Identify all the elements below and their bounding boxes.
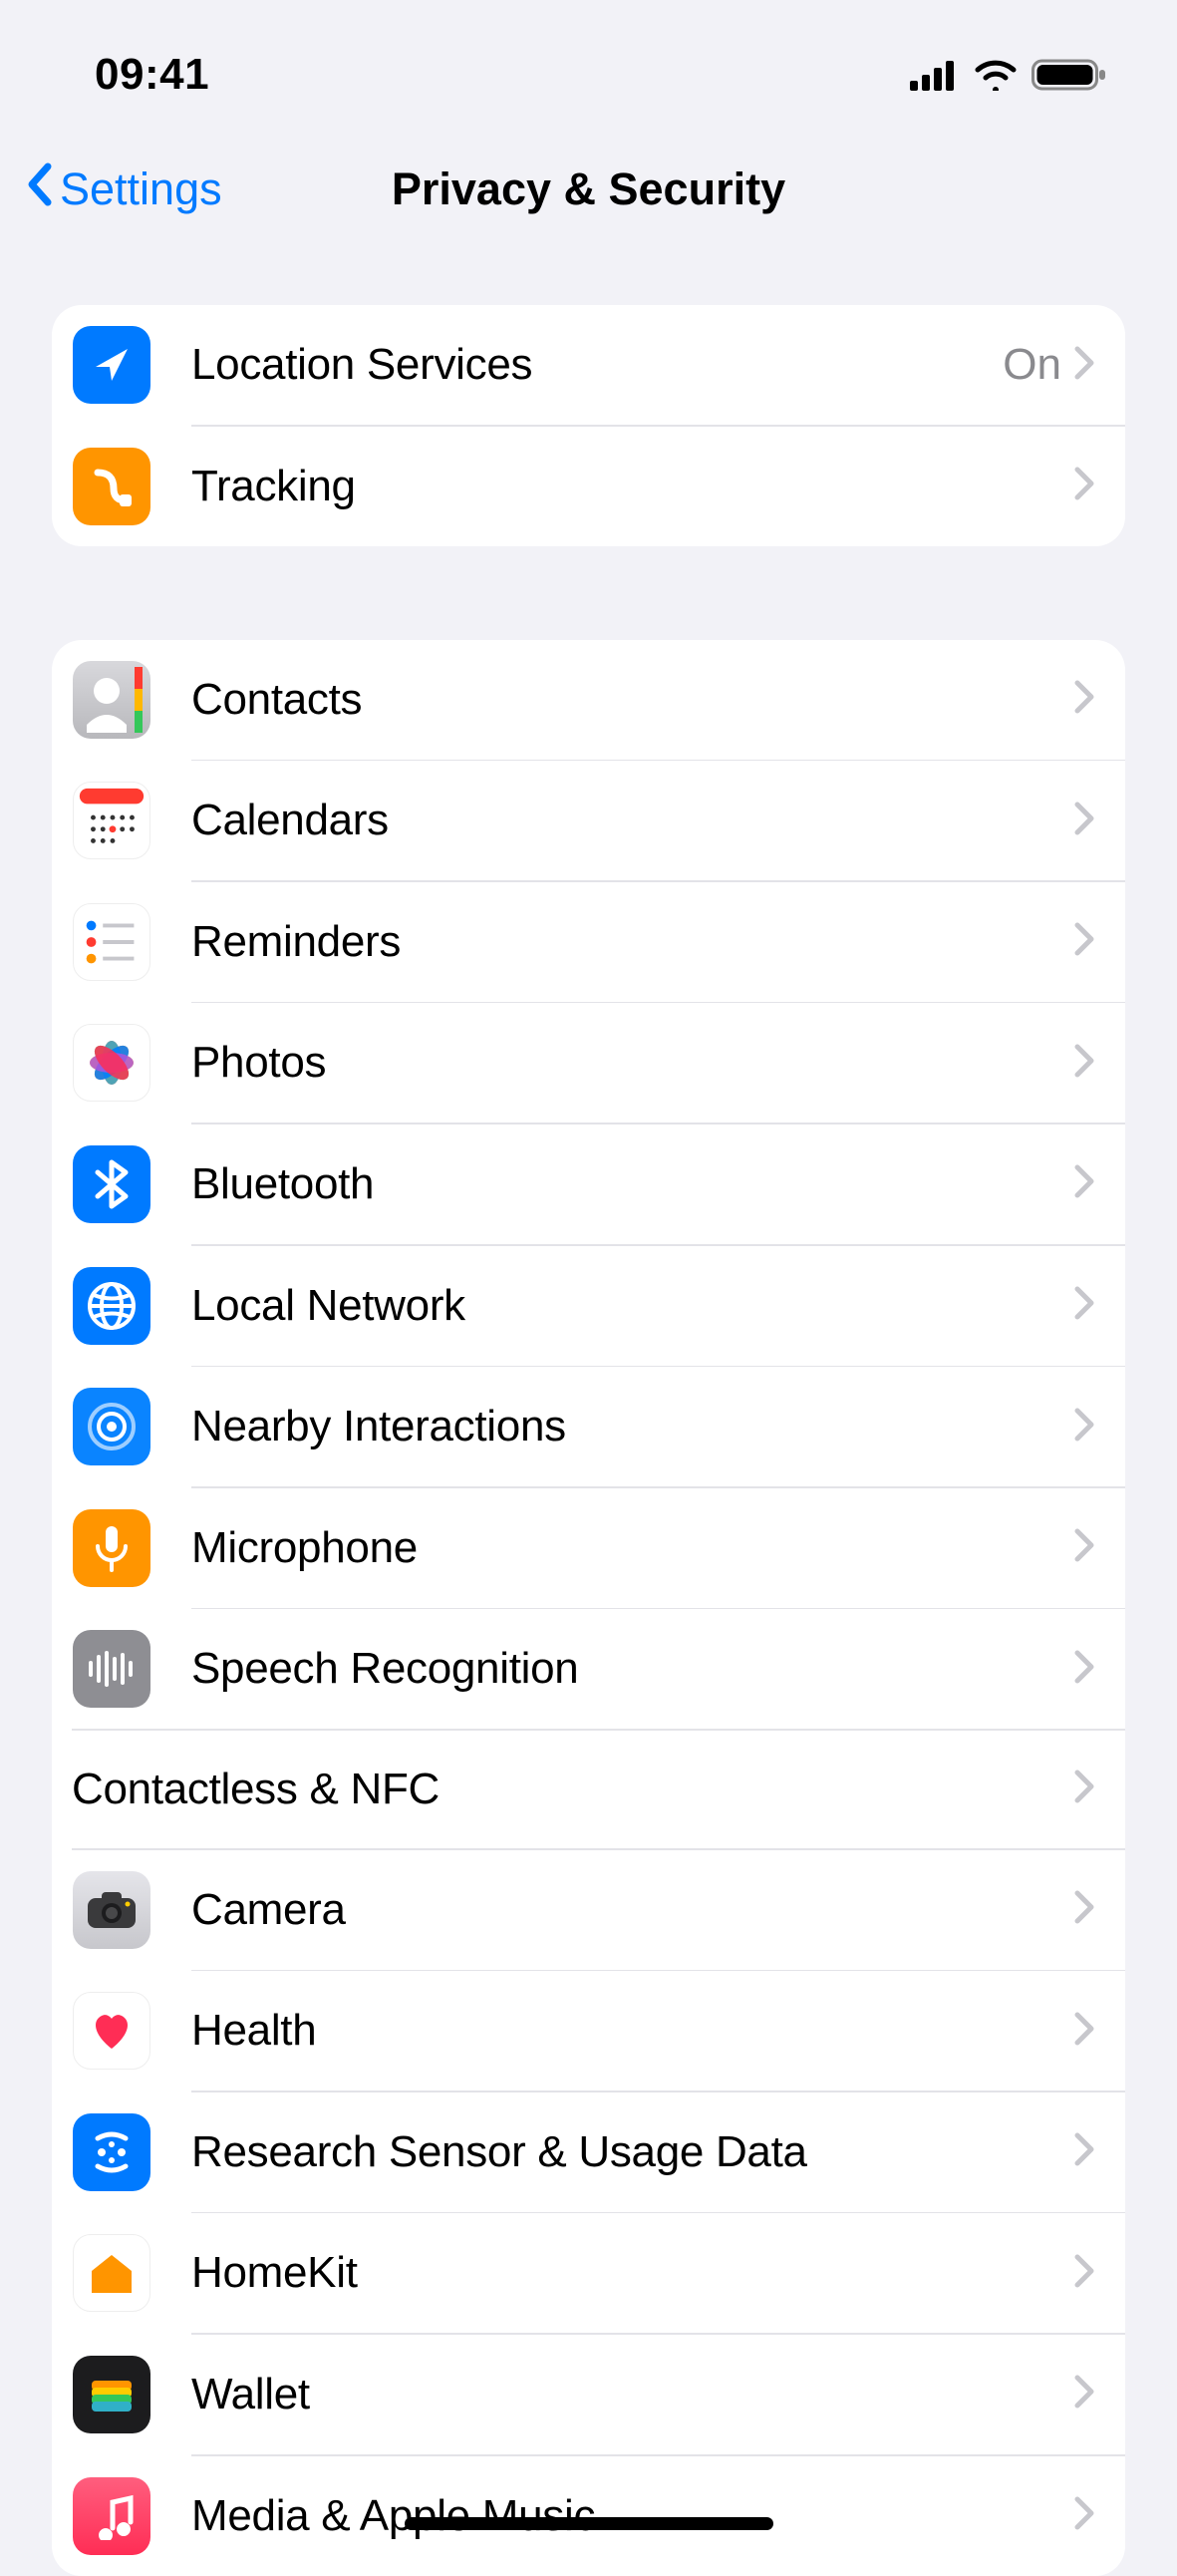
row-microphone[interactable]: Microphone xyxy=(52,1488,1125,1608)
reminders-icon xyxy=(73,903,150,981)
row-location-services[interactable]: Location Services On xyxy=(52,305,1125,425)
waveform-icon xyxy=(73,1630,150,1708)
row-label: Nearby Interactions xyxy=(191,1402,1073,1451)
row-photos[interactable]: Photos xyxy=(52,1003,1125,1123)
chevron-right-icon xyxy=(1073,1285,1095,1326)
chevron-right-icon xyxy=(1073,679,1095,720)
row-calendars[interactable]: Calendars xyxy=(52,761,1125,880)
status-time: 09:41 xyxy=(95,50,209,100)
row-local-network[interactable]: Local Network xyxy=(52,1246,1125,1366)
wallet-icon xyxy=(73,2356,150,2433)
chevron-right-icon xyxy=(1073,2374,1095,2415)
wifi-icon xyxy=(974,59,1018,91)
chevron-right-icon xyxy=(1073,2253,1095,2294)
row-label: Calendars xyxy=(191,796,1073,845)
research-icon xyxy=(73,2113,150,2191)
row-homekit[interactable]: HomeKit xyxy=(52,2213,1125,2333)
row-contacts[interactable]: Contacts xyxy=(52,640,1125,760)
location-icon xyxy=(73,326,150,404)
contacts-icon xyxy=(73,661,150,739)
chevron-right-icon xyxy=(1073,1649,1095,1690)
row-label: Camera xyxy=(191,1885,1073,1935)
settings-group-2: Contacts Calendars Reminders xyxy=(52,640,1125,2576)
chevron-right-icon xyxy=(1073,801,1095,841)
row-label: Wallet xyxy=(191,2370,1073,2419)
chevron-right-icon xyxy=(1073,1163,1095,1204)
calendars-icon xyxy=(73,782,150,859)
chevron-right-icon xyxy=(1073,1043,1095,1084)
row-research-sensor[interactable]: Research Sensor & Usage Data xyxy=(52,2093,1125,2212)
back-button[interactable]: Settings xyxy=(0,161,222,219)
battery-icon xyxy=(1031,57,1107,93)
row-wallet[interactable]: Wallet xyxy=(52,2335,1125,2454)
row-label: Local Network xyxy=(191,1281,1073,1331)
row-label: Microphone xyxy=(191,1523,1073,1573)
bluetooth-icon xyxy=(73,1145,150,1223)
microphone-icon xyxy=(73,1509,150,1587)
cellular-icon xyxy=(910,59,960,91)
settings-group-1: Location Services On Tracking xyxy=(52,305,1125,546)
row-contactless-nfc[interactable]: Contactless & NFC xyxy=(52,1731,1125,1848)
chevron-left-icon xyxy=(24,161,56,219)
photos-icon xyxy=(73,1024,150,1102)
chevron-right-icon xyxy=(1073,2495,1095,2536)
row-label: Research Sensor & Usage Data xyxy=(191,2127,1073,2177)
nav-header: Settings Privacy & Security xyxy=(0,130,1177,249)
chevron-right-icon xyxy=(1073,2131,1095,2172)
heart-icon xyxy=(73,1992,150,2070)
row-label: Photos xyxy=(191,1038,1073,1088)
chevron-right-icon xyxy=(1073,921,1095,962)
row-label: Contactless & NFC xyxy=(72,1765,1073,1814)
chevron-right-icon xyxy=(1073,1769,1095,1809)
row-label: HomeKit xyxy=(191,2248,1073,2298)
row-label: Speech Recognition xyxy=(191,1644,1073,1694)
chevron-right-icon xyxy=(1073,1889,1095,1930)
row-nearby-interactions[interactable]: Nearby Interactions xyxy=(52,1367,1125,1486)
row-label: Contacts xyxy=(191,675,1073,725)
row-bluetooth[interactable]: Bluetooth xyxy=(52,1125,1125,1244)
row-label: Bluetooth xyxy=(191,1159,1073,1209)
status-bar: 09:41 xyxy=(0,0,1177,130)
row-label: Media & Apple Music xyxy=(191,2491,1073,2541)
row-label: Reminders xyxy=(191,917,1073,967)
chevron-right-icon xyxy=(1073,2011,1095,2052)
chevron-right-icon xyxy=(1073,1527,1095,1568)
camera-icon xyxy=(73,1871,150,1949)
tracking-icon xyxy=(73,448,150,525)
nearby-icon xyxy=(73,1388,150,1465)
row-label: Location Services xyxy=(191,340,1003,390)
row-speech-recognition[interactable]: Speech Recognition xyxy=(52,1609,1125,1729)
back-label: Settings xyxy=(60,163,222,215)
row-tracking[interactable]: Tracking xyxy=(52,427,1125,546)
globe-icon xyxy=(73,1267,150,1345)
status-indicators xyxy=(910,57,1107,93)
row-label: Health xyxy=(191,2006,1073,2056)
chevron-right-icon xyxy=(1073,345,1095,386)
row-camera[interactable]: Camera xyxy=(52,1850,1125,1970)
row-label: Tracking xyxy=(191,462,1073,511)
music-icon xyxy=(73,2477,150,2555)
row-health[interactable]: Health xyxy=(52,1971,1125,2091)
home-indicator[interactable] xyxy=(405,2517,773,2530)
row-media-apple-music[interactable]: Media & Apple Music xyxy=(52,2456,1125,2576)
row-value: On xyxy=(1003,340,1061,390)
chevron-right-icon xyxy=(1073,1407,1095,1448)
home-icon xyxy=(73,2234,150,2312)
row-reminders[interactable]: Reminders xyxy=(52,882,1125,1002)
chevron-right-icon xyxy=(1073,466,1095,506)
